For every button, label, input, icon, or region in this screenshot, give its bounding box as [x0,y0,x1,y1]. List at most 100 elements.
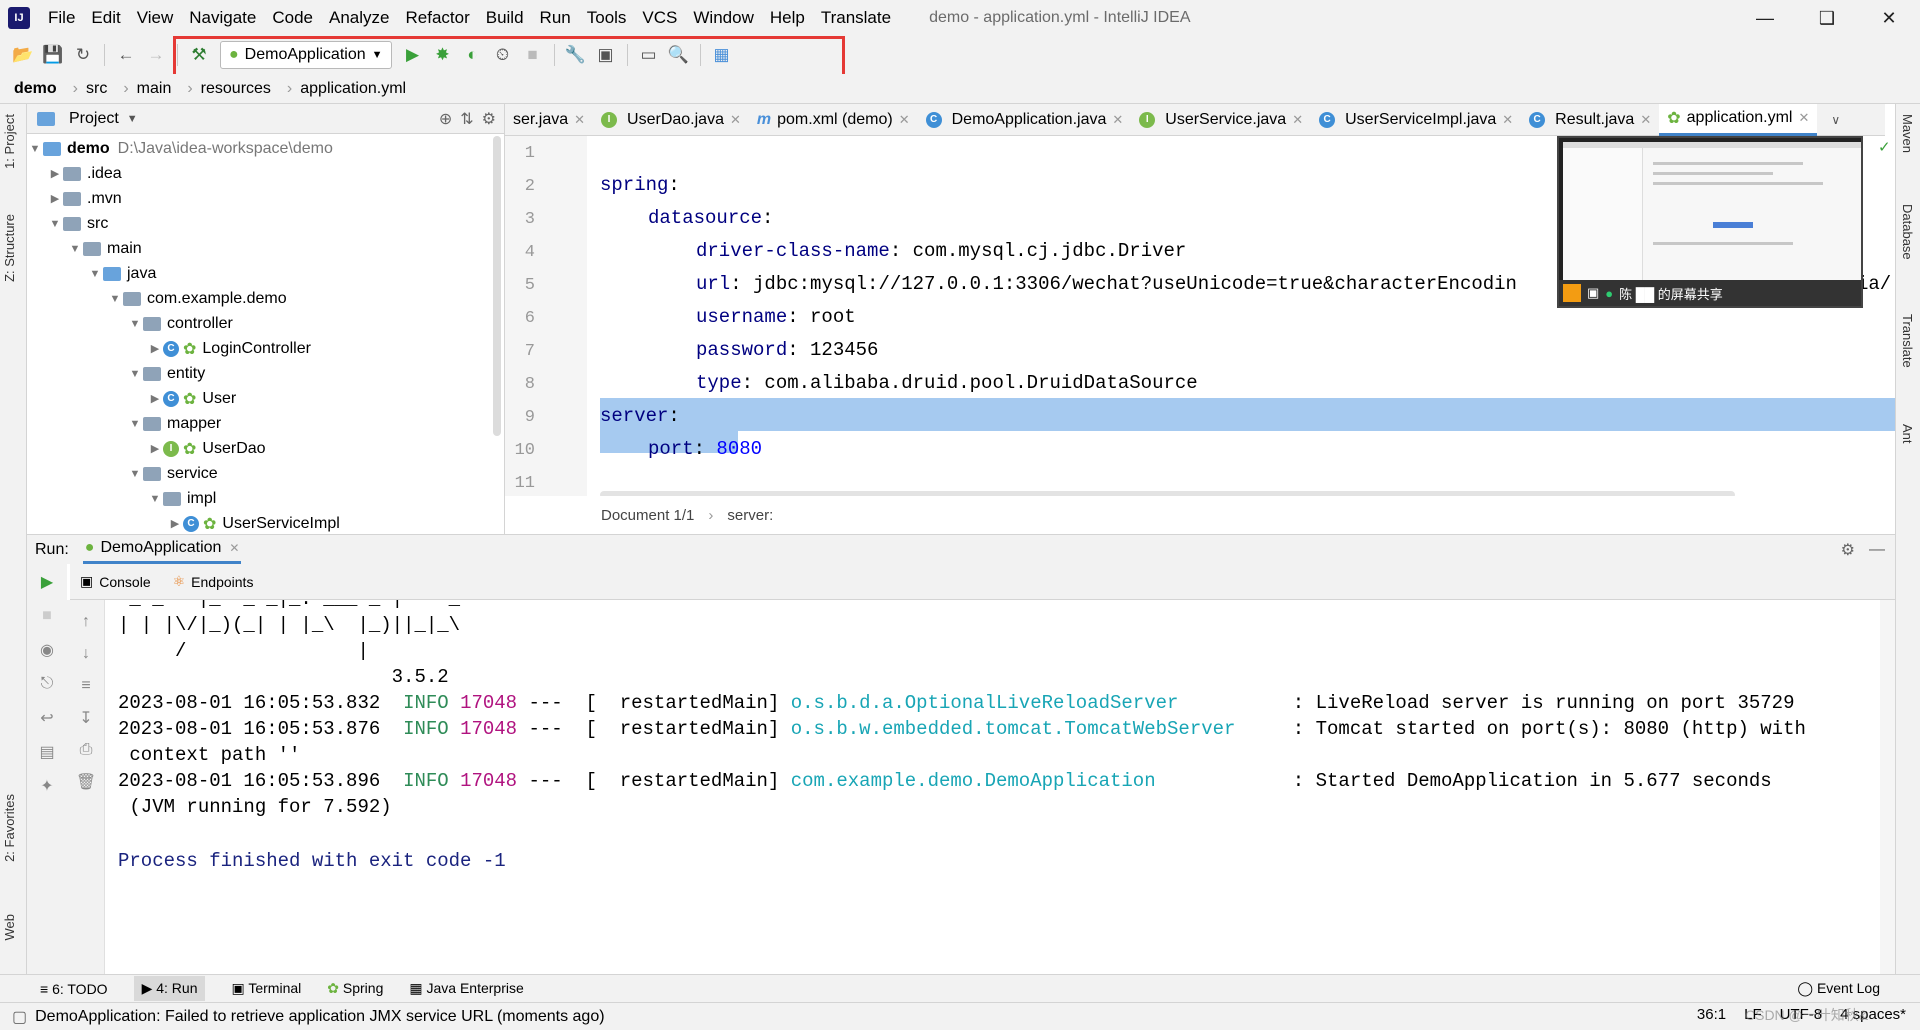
tab-ser-java[interactable]: ser.java ✕ [505,104,593,136]
expand-arrow-icon[interactable]: ▼ [47,218,63,230]
tree-item-idea[interactable]: ▶ .idea [47,161,122,186]
tab-project[interactable]: 1: Project [2,114,17,169]
expand-arrow-icon[interactable]: ▼ [27,143,43,155]
expand-arrow-icon[interactable]: ▼ [127,418,143,430]
menu-translate[interactable]: Translate [813,8,899,28]
expand-arrow-icon[interactable]: ▼ [147,493,163,505]
print-icon[interactable]: ⎙ [74,738,98,762]
close-icon[interactable]: ✕ [1292,112,1303,128]
project-structure-icon[interactable]: ▣ [591,40,621,70]
run-config-selector[interactable]: ● DemoApplication ▼ [220,41,392,69]
tree-item-userdao[interactable]: ▶ I ✿ UserDao [147,436,266,461]
close-icon[interactable]: ✕ [1798,110,1809,126]
tab-userserviceimpl-java[interactable]: C UserServiceImpl.java ✕ [1311,104,1521,136]
menu-code[interactable]: Code [264,8,321,28]
collapsed-arrow-icon[interactable]: ▶ [167,517,183,530]
exit-icon[interactable]: ↩ [35,706,59,730]
menu-analyze[interactable]: Analyze [321,8,397,28]
pin-tab-icon[interactable]: ✦ [35,774,59,798]
layout-icon[interactable]: ▤ [35,740,59,764]
tree-item-controller[interactable]: ▼ controller [127,311,233,336]
tab-ant[interactable]: Ant [1900,424,1915,444]
back-arrow-icon[interactable]: ← [111,40,141,70]
close-icon[interactable]: ✕ [229,541,239,555]
collapsed-arrow-icon[interactable]: ▶ [147,392,163,405]
translate-icon[interactable]: ▦ [707,40,737,70]
tree-item-logincontroller[interactable]: ▶ C ✿ LoginController [147,336,311,361]
tab-database[interactable]: Database [1900,204,1915,260]
tab-structure[interactable]: Z: Structure [2,214,17,282]
profile-icon[interactable]: ⏲ [488,40,518,70]
close-icon[interactable]: ✕ [730,112,741,128]
menu-view[interactable]: View [129,8,182,28]
project-view-label[interactable]: Project [69,110,119,128]
tree-item-mvn[interactable]: ▶ .mvn [47,186,122,211]
menu-vcs[interactable]: VCS [634,8,685,28]
project-scrollbar[interactable] [493,136,501,436]
gear-icon[interactable]: ⚙ [482,109,496,129]
collapse-all-icon[interactable]: ⇅ [460,109,473,129]
tab-favorites[interactable]: 2: Favorites [2,794,17,862]
expand-arrow-icon[interactable]: ▼ [67,243,83,255]
menu-build[interactable]: Build [478,8,532,28]
tree-item-package[interactable]: ▼ com.example.demo [107,286,287,311]
locate-icon[interactable]: ⊕ [439,109,452,129]
tab-run[interactable]: ▶ 4: Run [133,976,206,1001]
build-hammer-icon[interactable]: ⚒ [184,40,214,70]
menu-help[interactable]: Help [762,8,813,28]
expand-arrow-icon[interactable]: ▼ [107,293,123,305]
breadcrumb-main[interactable]: main [137,80,180,98]
tree-item-java[interactable]: ▼ java [87,261,157,286]
tab-application-yml[interactable]: ✿ application.yml ✕ [1659,103,1818,136]
tab-maven[interactable]: Maven [1900,114,1915,153]
tree-root-demo[interactable]: ▼ demo D:\Java\idea-workspace\demo [27,136,333,161]
open-folder-icon[interactable]: 📂 [8,40,38,70]
close-icon[interactable]: ✕ [899,112,910,128]
gear-icon[interactable]: ⚙ [1841,540,1855,560]
breadcrumb-resources[interactable]: resources [201,80,279,98]
tab-todo[interactable]: ≡ 6: TODO [40,981,108,997]
close-icon[interactable]: ✕ [1502,112,1513,128]
camera-icon[interactable]: ◉ [35,638,59,662]
minimize-panel-icon[interactable]: — [1869,541,1885,559]
run-icon[interactable]: ▶ [398,40,428,70]
close-icon[interactable]: ✕ [1858,0,1920,36]
tab-demoapplication-java[interactable]: C DemoApplication.java ✕ [918,104,1132,136]
trash-icon[interactable]: 🗑 [74,770,98,794]
up-arrow-icon[interactable]: ↑ [74,610,98,634]
status-message[interactable]: DemoApplication: Failed to retrieve appl… [35,1008,604,1026]
event-log-tab[interactable]: ◯ Event Log [1797,980,1880,997]
expand-arrow-icon[interactable]: ▼ [127,318,143,330]
log-logger[interactable]: o.s.b.d.a.OptionalLiveReloadServer [791,692,1179,714]
cursor-position[interactable]: 36:1 [1697,1006,1726,1023]
tab-java-enterprise[interactable]: ▦ Java Enterprise [409,980,523,997]
stop-icon[interactable]: ■ [518,40,548,70]
chevron-down-icon[interactable]: ▼ [127,113,138,125]
debug-bug-icon[interactable]: ✸ [428,40,458,70]
maximize-icon[interactable]: ❑ [1796,0,1858,36]
tree-item-impl[interactable]: ▼ impl [147,486,217,511]
tab-pom-xml[interactable]: m pom.xml (demo) ✕ [749,104,918,136]
tab-userdao-java[interactable]: I UserDao.java ✕ [593,104,749,136]
tree-item-src[interactable]: ▼ src [47,211,109,236]
document-indicator[interactable]: Document 1/1 [601,507,694,524]
tab-result-java[interactable]: C Result.java ✕ [1521,104,1659,136]
tree-item-mapper[interactable]: ▼ mapper [127,411,222,436]
close-icon[interactable]: ✕ [574,112,585,128]
tree-item-service[interactable]: ▼ service [127,461,218,486]
collapsed-arrow-icon[interactable]: ▶ [47,192,63,205]
tab-web[interactable]: Web [2,914,17,941]
expand-arrow-icon[interactable]: ▼ [127,368,143,380]
settings-wrench-icon[interactable]: 🔧 [561,40,591,70]
screen-share-overlay[interactable]: ▣ ● 陈 ██ 的屏幕共享 [1557,136,1863,308]
tab-userservice-java[interactable]: I UserService.java ✕ [1131,104,1311,136]
save-icon[interactable]: 💾 [38,40,68,70]
tab-endpoints[interactable]: ⚛ Endpoints [173,573,254,590]
collapsed-arrow-icon[interactable]: ▶ [47,167,63,180]
stop-icon[interactable]: ■ [35,604,59,628]
breadcrumb-project[interactable]: demo [14,80,65,98]
collapsed-arrow-icon[interactable]: ▶ [147,342,163,355]
tree-item-user[interactable]: ▶ C ✿ User [147,386,236,411]
menu-edit[interactable]: Edit [83,8,128,28]
tree-item-main[interactable]: ▼ main [67,236,142,261]
